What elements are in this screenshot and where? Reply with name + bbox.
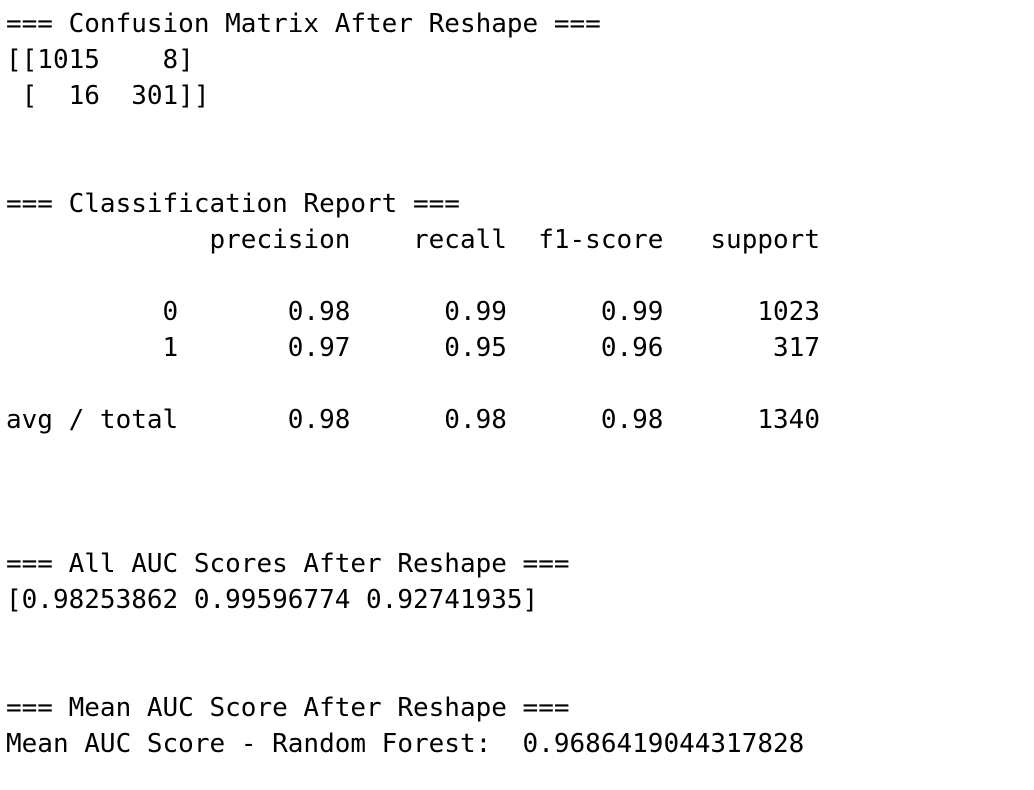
classification-report-header: === Classification Report === [6,189,460,219]
classification-report-total: avg / total 0.98 0.98 0.98 1340 [6,405,820,435]
classification-report-row: 1 0.97 0.95 0.96 317 [6,333,820,363]
confusion-matrix-row: [[1015 8] [6,45,194,75]
mean-auc-value: Mean AUC Score - Random Forest: 0.968641… [6,729,805,759]
auc-scores-header: === All AUC Scores After Reshape === [6,549,570,579]
confusion-matrix-row: [ 16 301]] [6,81,210,111]
mean-auc-header: === Mean AUC Score After Reshape === [6,693,570,723]
classification-report-columns: precision recall f1-score support [6,225,820,255]
terminal-output: === Confusion Matrix After Reshape === [… [6,6,1026,786]
auc-scores-values: [0.98253862 0.99596774 0.92741935] [6,585,539,615]
confusion-matrix-header: === Confusion Matrix After Reshape === [6,9,601,39]
classification-report-row: 0 0.98 0.99 0.99 1023 [6,297,820,327]
